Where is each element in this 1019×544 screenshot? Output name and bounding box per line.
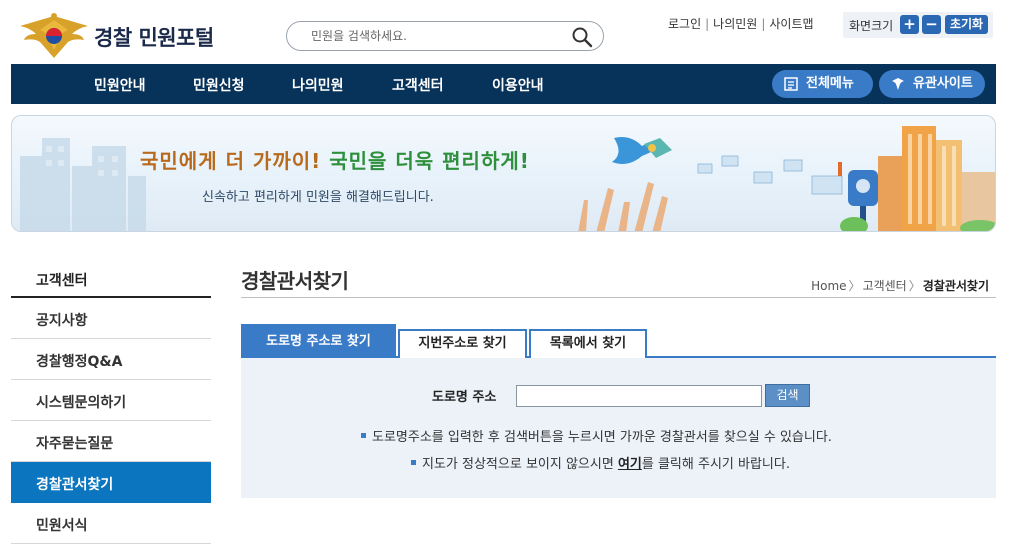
sidebar-item-find-police-office[interactable]: 경찰관서찾기 <box>11 462 211 503</box>
nav-item-my-complaints[interactable]: 나의민원 <box>292 75 344 95</box>
headline-part-1: 국민에게 더 가까이! <box>140 149 322 173</box>
tab-road-address[interactable]: 도로명 주소로 찾기 <box>241 324 396 358</box>
search-input[interactable] <box>311 26 571 46</box>
bullet-icon <box>411 460 416 465</box>
guide-note-2-after: 를 클릭해 주시기 바랍니다. <box>641 457 790 472</box>
search-icon[interactable] <box>571 26 593 48</box>
divider: | <box>761 17 766 31</box>
sidebar-item-forms[interactable]: 민원서식 <box>11 503 211 544</box>
font-reset-button[interactable]: 초기화 <box>945 15 988 34</box>
banner-headline: 국민에게 더 가까이! 국민을 더욱 편리하게! <box>140 145 530 174</box>
chevron-right-icon: 〉 <box>908 279 921 293</box>
banner-illustration <box>20 126 995 231</box>
nav-item-usage-guide[interactable]: 이용안내 <box>492 75 544 95</box>
sitemap-link[interactable]: 사이트맵 <box>769 17 813 31</box>
tab-lot-address[interactable]: 지번주소로 찾기 <box>398 329 527 358</box>
related-sites-label: 유관사이트 <box>913 76 973 91</box>
banner-subtitle: 신속하고 편리하게 민원을 해결해드립니다. <box>202 190 434 205</box>
chevron-right-icon: 〉 <box>848 279 861 293</box>
font-size-label: 화면크기 <box>849 19 894 33</box>
search-tabs: 도로명 주소로 찾기 지번주소로 찾기 목록에서 찾기 <box>241 324 996 358</box>
login-link[interactable]: 로그인 <box>668 17 701 31</box>
police-emblem-logo[interactable] <box>16 10 92 60</box>
breadcrumb-current: 경찰관서찾기 <box>922 279 989 293</box>
utility-links: 로그인 | 나의민원 | 사이트맵 <box>668 15 814 32</box>
guide-note-2-before: 지도가 정상적으로 보이지 않으시면 <box>422 457 614 472</box>
road-address-input[interactable] <box>516 385 762 407</box>
tab-list[interactable]: 목록에서 찾기 <box>529 329 647 358</box>
nav-item-customer-center[interactable]: 고객센터 <box>392 75 444 95</box>
guide-note-2: 지도가 정상적으로 보이지 않으시면 여기를 클릭해 주시기 바랍니다. <box>411 453 790 472</box>
nav-item-complaint-guide[interactable]: 민원안내 <box>94 75 146 95</box>
menu-list-icon <box>784 77 798 91</box>
divider: | <box>705 17 710 31</box>
font-decrease-button[interactable]: − <box>922 15 941 34</box>
emblem-icon <box>892 78 904 90</box>
sidebar-item-faq[interactable]: 자주묻는질문 <box>11 421 211 462</box>
main-nav: 민원안내 민원신청 나의민원 고객센터 이용안내 전체메뉴 유관사이트 <box>11 64 996 104</box>
font-increase-button[interactable]: + <box>900 15 919 34</box>
guide-note-1: 도로명주소를 입력한 후 검색버튼을 누르시면 가까운 경찰관서를 찾으실 수 … <box>361 426 832 445</box>
road-address-label: 도로명 주소 <box>432 390 497 405</box>
breadcrumb-customer-center[interactable]: 고객센터 <box>863 279 907 293</box>
page-title: 경찰관서찾기 <box>241 269 349 293</box>
search-button[interactable]: 검색 <box>765 384 810 407</box>
breadcrumb-home[interactable]: Home <box>811 279 846 293</box>
guide-note-1-text: 도로명주소를 입력한 후 검색버튼을 누르시면 가까운 경찰관서를 찾으실 수 … <box>372 430 832 445</box>
my-requests-link[interactable]: 나의민원 <box>713 17 757 31</box>
related-sites-button[interactable]: 유관사이트 <box>879 70 985 98</box>
all-menu-button[interactable]: 전체메뉴 <box>772 70 873 98</box>
all-menu-label: 전체메뉴 <box>806 76 854 91</box>
site-search <box>286 21 604 51</box>
sidebar: 고객센터 공지사항 경찰행정Q&A 시스템문의하기 자주묻는질문 경찰관서찾기 … <box>11 258 211 544</box>
hero-banner: 국민에게 더 가까이! 국민을 더욱 편리하게! 신속하고 편리하게 민원을 해… <box>11 115 996 232</box>
header: 경찰 민원포털 로그인|나의민원|사이트맵 화면크기 + − 초기화 <box>0 0 1019 64</box>
headline-part-2: 국민을 더욱 편리하게! <box>329 149 530 173</box>
font-size-control: 화면크기 + − 초기화 <box>843 12 993 38</box>
sidebar-title: 고객센터 <box>11 258 211 298</box>
sidebar-item-qna[interactable]: 경찰행정Q&A <box>11 339 211 380</box>
breadcrumb: Home 〉 고객센터 〉 경찰관서찾기 <box>811 277 989 294</box>
search-panel: 도로명 주소 검색 도로명주소를 입력한 후 검색버튼을 누르시면 가까운 경찰… <box>241 358 996 498</box>
divider <box>241 297 996 298</box>
site-title[interactable]: 경찰 민원포털 <box>94 22 214 52</box>
sidebar-item-system-inquiry[interactable]: 시스템문의하기 <box>11 380 211 421</box>
bullet-icon <box>361 433 366 438</box>
sidebar-item-notice[interactable]: 공지사항 <box>11 298 211 339</box>
map-help-link[interactable]: 여기 <box>618 457 642 472</box>
nav-item-complaint-apply[interactable]: 민원신청 <box>193 75 245 95</box>
